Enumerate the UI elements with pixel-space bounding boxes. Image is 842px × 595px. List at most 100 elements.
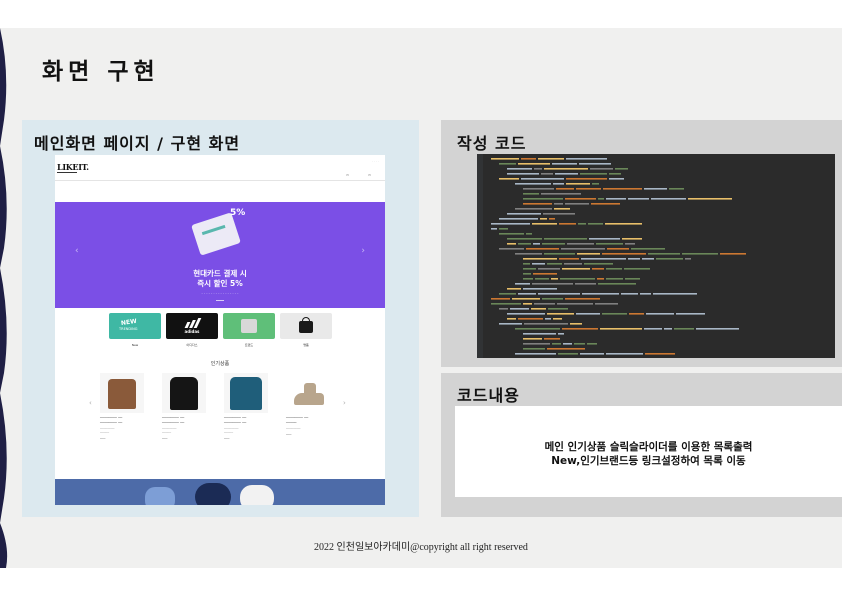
code-line-segment	[622, 238, 642, 240]
hero-prev-arrow: ‹	[75, 246, 79, 256]
code-line-segment	[544, 253, 575, 255]
code-line-segment	[682, 253, 718, 255]
brand-tile-luxury	[280, 313, 332, 339]
hero-subtext: - - - - - - - - - - - - - - - -	[201, 291, 239, 295]
code-line-segment	[521, 158, 536, 160]
code-line-segment	[557, 303, 593, 305]
code-line-segment	[685, 258, 691, 260]
code-line-segment	[560, 278, 595, 280]
code-line-segment	[518, 163, 550, 165]
code-line-segment	[547, 348, 585, 350]
code-line-segment	[491, 158, 519, 160]
code-line-segment	[545, 318, 551, 320]
code-line-segment	[553, 318, 562, 320]
product-desc: ────────	[286, 427, 301, 431]
code-line-segment	[544, 168, 588, 170]
header-button-login: ▭	[346, 173, 349, 177]
code-line-segment	[538, 268, 560, 270]
code-line-segment	[624, 268, 650, 270]
product-price: ───	[162, 437, 168, 441]
product-card: ──────── ── ──────── ── ──────── ───── ───	[162, 373, 208, 441]
brand-label-trend: 트렌드	[244, 343, 254, 347]
code-line-segment	[523, 273, 531, 275]
brand-label-new: New	[131, 343, 139, 347]
code-line-segment	[674, 328, 694, 330]
product-card: ──────── ── ──────── ── ──────── ───── ───	[100, 373, 146, 441]
bottom-promo-banner	[55, 479, 385, 505]
code-line-segment	[491, 303, 521, 305]
hero-percent: 5%	[230, 208, 246, 218]
code-line-segment	[515, 183, 551, 185]
brand-label-luxury: 명품	[303, 343, 309, 347]
code-line-segment	[544, 238, 587, 240]
product-name: ──────── ── ──────── ──	[224, 416, 247, 425]
code-line-segment	[499, 323, 522, 325]
content-description: 메인 인기상품 슬릭슬라이더를 이용한 목록출력 New,인기브랜드등 링크설정…	[455, 440, 842, 468]
code-line-segment	[499, 293, 516, 295]
code-line-segment	[598, 283, 636, 285]
code-line-segment	[510, 308, 529, 310]
code-line-segment	[523, 278, 533, 280]
code-line-segment	[595, 303, 618, 305]
code-line-segment	[558, 333, 564, 335]
product-price: ───	[286, 433, 292, 437]
code-line-segment	[563, 343, 572, 345]
code-line-segment	[640, 293, 651, 295]
code-line-segment	[552, 343, 561, 345]
code-line-segment	[582, 293, 619, 295]
carousel-next-arrow: ›	[343, 399, 346, 407]
code-line-segment	[606, 198, 626, 200]
code-line-segment	[499, 218, 538, 220]
code-line-segment	[565, 198, 596, 200]
code-line-segment	[578, 223, 586, 225]
code-line-segment	[642, 258, 654, 260]
code-line-segment	[567, 243, 594, 245]
code-line-segment	[515, 208, 552, 210]
code-line-segment	[580, 353, 604, 355]
product-price: ───	[224, 437, 230, 441]
code-line-segment	[653, 293, 697, 295]
code-line-segment	[541, 173, 553, 175]
code-line-segment	[566, 183, 590, 185]
code-line-segment	[499, 163, 516, 165]
code-line-segment	[543, 213, 575, 215]
code-editor-screenshot	[477, 154, 835, 358]
product-desc: ──────── ─────	[162, 427, 177, 435]
code-line-segment	[565, 203, 589, 205]
code-line-segment	[518, 243, 531, 245]
code-line-segment	[515, 253, 542, 255]
product-image-hoodie	[162, 373, 206, 413]
product-desc: ──────── ─────	[224, 427, 239, 435]
code-line-segment	[644, 328, 662, 330]
code-line-segment	[491, 223, 530, 225]
code-line-segment	[580, 173, 607, 175]
code-line-segment	[562, 328, 598, 330]
code-line-segment	[598, 198, 604, 200]
code-line-segment	[607, 248, 629, 250]
code-lines	[491, 158, 746, 355]
content-line-2: New,인기브랜드등 링크설정하여 목록 이동	[551, 455, 746, 467]
code-line-segment	[507, 168, 532, 170]
code-line-segment	[606, 278, 623, 280]
brand-tile-trend	[223, 313, 275, 339]
popular-section-title: 인기상품	[210, 361, 230, 367]
product-name: ──────── ── ──────── ──	[162, 416, 185, 425]
code-line-segment	[499, 178, 519, 180]
hero-banner: ‹ › 5% 현대카드 결제 시 즉시 할인 5% - - - - - - - …	[55, 202, 385, 308]
hero-next-arrow: ›	[361, 246, 365, 256]
code-line-segment	[523, 203, 552, 205]
code-line-segment	[554, 208, 570, 210]
code-line-segment	[664, 328, 672, 330]
code-line-segment	[499, 308, 508, 310]
main-screen-panel-title: 메인화면 페이지 / 구현 화면	[34, 134, 241, 153]
code-line-segment	[551, 278, 558, 280]
content-panel-title: 코드내용	[457, 386, 520, 405]
product-name: ──────── ── ──────── ──	[100, 416, 123, 425]
code-line-segment	[564, 263, 582, 265]
code-line-segment	[515, 353, 556, 355]
code-line-segment	[491, 298, 510, 300]
code-line-segment	[566, 178, 607, 180]
code-line-segment	[615, 168, 628, 170]
code-line-segment	[499, 233, 524, 235]
code-line-segment	[648, 253, 680, 255]
